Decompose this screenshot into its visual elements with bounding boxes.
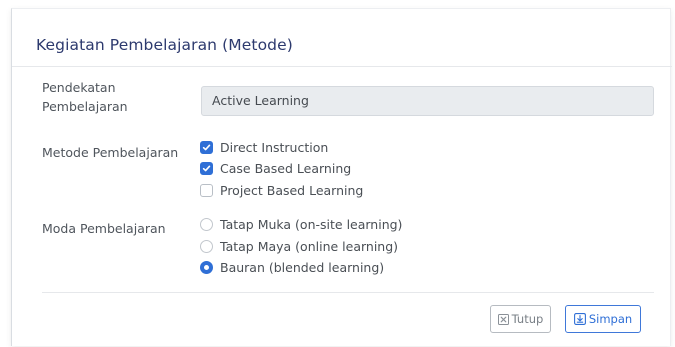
- save-download-icon: [573, 313, 586, 325]
- checkbox-checked[interactable]: [200, 140, 213, 154]
- close-button-label: Tutup: [511, 312, 544, 326]
- check-icon: [202, 144, 211, 150]
- radio-selected[interactable]: [200, 260, 213, 274]
- radio-unselected[interactable]: [200, 217, 213, 231]
- mode-option-label: Tatap Maya (online learning): [220, 238, 399, 254]
- mode-option-online[interactable]: Tatap Maya (online learning): [200, 237, 398, 255]
- mode-option-blended[interactable]: Bauran (blended learning): [200, 258, 384, 276]
- method-option-direct-instruction[interactable]: Direct Instruction: [200, 138, 328, 156]
- checkbox-checked[interactable]: [200, 161, 213, 175]
- method-option-label: Direct Instruction: [220, 139, 329, 155]
- mode-label: Moda Pembelajaran: [42, 221, 166, 236]
- mode-option-label: Bauran (blended learning): [220, 259, 385, 275]
- footer-divider: [42, 292, 654, 293]
- mode-option-on-site[interactable]: Tatap Muka (on-site learning): [200, 215, 402, 233]
- checkbox-unchecked[interactable]: [200, 183, 213, 197]
- approach-field[interactable]: Active Learning: [201, 86, 654, 116]
- approach-label: Pendekatan Pembelajaran: [42, 80, 128, 114]
- title-divider: [12, 66, 672, 67]
- method-option-label: Case Based Learning: [220, 160, 352, 176]
- check-icon: [202, 165, 211, 171]
- method-option-label: Project Based Learning: [220, 182, 364, 198]
- save-button-label: Simpan: [588, 312, 633, 326]
- close-button[interactable]: Tutup: [490, 305, 551, 333]
- method-card: Kegiatan Pembelajaran (Metode) Pendekata…: [11, 8, 672, 346]
- radio-unselected[interactable]: [200, 239, 213, 253]
- save-button[interactable]: Simpan: [565, 305, 641, 333]
- method-option-project-based-learning[interactable]: Project Based Learning: [200, 181, 363, 199]
- close-box-icon: [497, 313, 509, 325]
- mode-option-label: Tatap Muka (on-site learning): [220, 216, 403, 232]
- method-option-case-based-learning[interactable]: Case Based Learning: [200, 159, 351, 177]
- card-title: Kegiatan Pembelajaran (Metode): [36, 36, 293, 54]
- method-label: Metode Pembelajaran: [42, 145, 179, 160]
